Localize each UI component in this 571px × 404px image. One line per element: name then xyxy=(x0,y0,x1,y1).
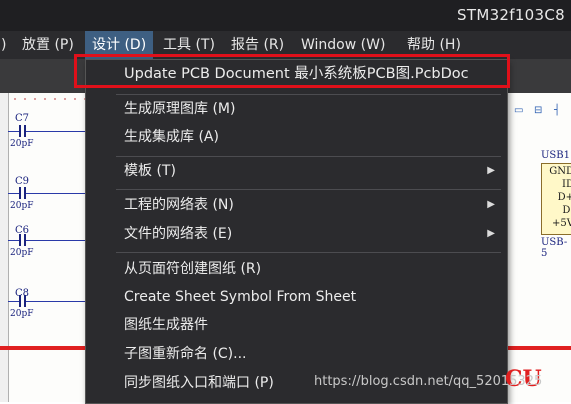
submenu-arrow-icon: ▶ xyxy=(487,199,495,210)
wire xyxy=(26,131,86,132)
resistor-icon[interactable]: ⊟ xyxy=(534,105,542,123)
wire xyxy=(8,131,19,132)
usb-pin-label: GND xyxy=(549,166,571,177)
capacitor-plate xyxy=(19,295,21,307)
capacitor-ref: C7 xyxy=(15,113,30,124)
capacitor-plate xyxy=(19,234,21,246)
capacitor-value: 20pF xyxy=(10,248,34,258)
wire xyxy=(26,301,86,302)
design-dropdown-menu: Update PCB Document 最小系统板PCB图.PcbDoc 生成原… xyxy=(85,59,508,404)
menu-create-sheet-from-symbol[interactable]: 从页面符创建图纸 (R) xyxy=(86,255,507,283)
menu-generate-schematic-library[interactable]: 生成原理图库 (M) xyxy=(86,95,507,123)
wire xyxy=(8,193,19,194)
menu-sheet-to-part[interactable]: 图纸生成器件 xyxy=(86,311,507,339)
usb-pin-label: ID xyxy=(562,179,571,190)
menu-rename-child-sheet[interactable]: 子图重新命名 (C)... xyxy=(86,340,507,368)
wire xyxy=(8,240,19,241)
wire xyxy=(26,193,86,194)
watermark-text: https://blog.csdn.net/qq_52015325 xyxy=(314,374,543,389)
capacitor-value: 20pF xyxy=(10,309,34,319)
canvas-toolbar: ▭ ⊟ ┤ xyxy=(506,105,571,125)
menu-separator xyxy=(116,252,501,253)
wire xyxy=(8,301,19,302)
menu-item-view[interactable]: ) xyxy=(0,31,13,59)
capacitor-ref: C9 xyxy=(15,176,30,187)
capacitor-value: 20pF xyxy=(10,201,34,211)
menu-document-netlist[interactable]: 文件的网络表 (E) ▶ xyxy=(86,220,507,248)
usb-ref: USB1 xyxy=(541,150,570,161)
usb-connector[interactable]: GND ID D+ D- +5V xyxy=(541,163,571,235)
menu-separator xyxy=(116,189,501,190)
window-title: STM32f103C8 xyxy=(457,6,565,24)
sheet-border xyxy=(0,93,9,402)
usb-pin-label: D+ xyxy=(557,192,571,203)
capacitor-value: 20pF xyxy=(10,139,34,149)
usb-pin-label: D- xyxy=(562,205,571,216)
menu-create-sheet-symbol-from-sheet[interactable]: Create Sheet Symbol From Sheet xyxy=(86,283,507,311)
wire xyxy=(26,240,86,241)
usb-pin-label: +5V xyxy=(552,218,571,229)
capacitor-ref: C6 xyxy=(15,225,30,236)
submenu-arrow-icon: ▶ xyxy=(487,165,495,176)
pin-icon[interactable]: ┤ xyxy=(554,105,560,123)
capacitor-plate xyxy=(19,125,21,137)
component-icon[interactable]: ▭ xyxy=(514,105,523,123)
highlight-annotation-box xyxy=(74,54,510,88)
title-bar: STM32f103C8 xyxy=(0,0,571,31)
menu-templates[interactable]: 模板 (T) ▶ xyxy=(86,157,507,185)
menu-project-netlist[interactable]: 工程的网络表 (N) ▶ xyxy=(86,191,507,219)
capacitor-ref: C8 xyxy=(15,288,30,299)
submenu-arrow-icon: ▶ xyxy=(487,228,495,239)
usb-part-label: USB-5 xyxy=(541,237,568,259)
menu-item-place[interactable]: 放置 (P) xyxy=(15,31,81,59)
menu-generate-integrated-library[interactable]: 生成集成库 (A) xyxy=(86,123,507,151)
capacitor-plate xyxy=(19,187,21,199)
